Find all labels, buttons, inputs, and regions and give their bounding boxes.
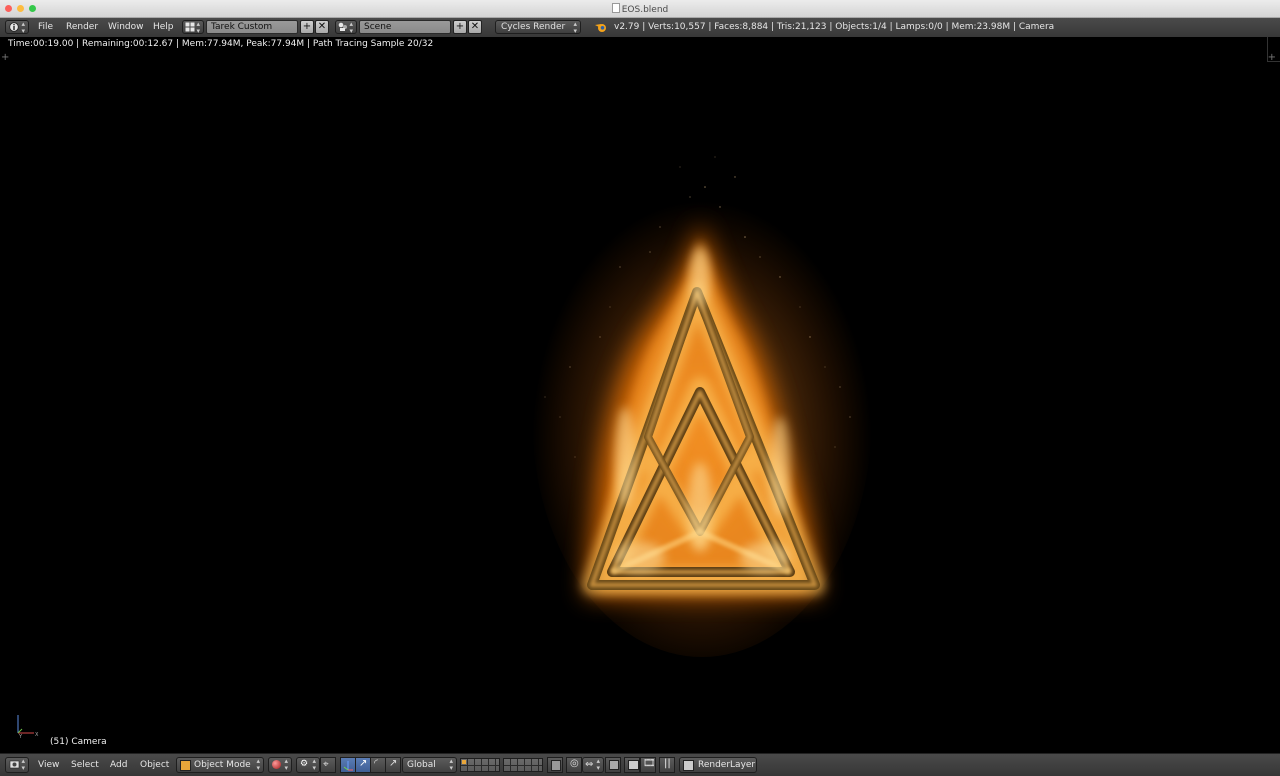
menu-render[interactable]: Render: [66, 18, 98, 37]
dropdown-arrows-icon: ▴ ▾: [21, 757, 25, 772]
plus-icon: +: [302, 21, 312, 32]
menu-window[interactable]: Window: [108, 18, 144, 37]
menu-select[interactable]: Select: [71, 754, 99, 776]
editor-type-selector-3dview[interactable]: ▴ ▾: [5, 757, 29, 773]
3d-viewport[interactable]: Time:00:19.00 | Remaining:00:12.67 | Mem…: [0, 37, 1280, 753]
manipulator-toggle[interactable]: [340, 757, 356, 773]
arrow-icon: ↗: [359, 758, 368, 769]
snap-target-icon: [609, 760, 619, 770]
shading-sphere-icon: [272, 760, 281, 769]
render-image-icon: [628, 760, 639, 770]
film-icon: 🎞: [643, 758, 656, 769]
scene-name-field[interactable]: Scene: [359, 20, 451, 34]
menu-file[interactable]: File: [38, 18, 53, 37]
plus-icon: +: [455, 21, 465, 32]
translate-manipulator-button[interactable]: ↗: [355, 757, 371, 773]
dropdown-arrows-icon: ▴ ▾: [312, 757, 316, 772]
screen-layout-name-field[interactable]: Tarek Custom: [206, 20, 298, 34]
menu-object[interactable]: Object: [140, 754, 169, 776]
render-engine-dropdown[interactable]: Cycles Render ▴ ▾: [495, 20, 581, 35]
mode-label: Object Mode: [194, 760, 251, 770]
mode-dropdown[interactable]: Object Mode ▴ ▾: [176, 757, 264, 773]
window-title: EOS.blend: [621, 5, 669, 15]
scale-manipulator-button[interactable]: ↗: [385, 757, 401, 773]
dropdown-arrows-icon: ▴ ▾: [349, 20, 353, 35]
pause-icon: ||: [664, 758, 671, 769]
manipulator-icon: [343, 761, 353, 771]
render-engine-label: Cycles Render: [501, 22, 566, 32]
render-layer-selector[interactable]: RenderLayer: [679, 757, 757, 773]
rotate-manipulator-button[interactable]: ◜: [370, 757, 386, 773]
delete-scene-button[interactable]: ✕: [468, 20, 482, 34]
svg-text:Y: Y: [18, 734, 23, 739]
active-layer-dot: [462, 760, 466, 764]
viewport-shading-dropdown[interactable]: ▴ ▾: [268, 757, 292, 773]
info-header: ▴ ▾ File Render Window Help ▴ ▾ Tarek Cust…: [0, 18, 1280, 38]
add-scene-button[interactable]: +: [453, 20, 467, 34]
opengl-render-animation-button[interactable]: 🎞: [640, 757, 656, 773]
proportional-icon: ◎: [570, 758, 579, 769]
snap-element-dropdown[interactable]: ⇔ ▴ ▾: [582, 757, 604, 773]
scene-browse[interactable]: ▴ ▾: [335, 20, 357, 35]
orientation-label: Global: [407, 760, 436, 770]
dropdown-arrows-icon: ▴ ▾: [573, 20, 577, 35]
screen-layout-browse[interactable]: ▴ ▾: [182, 20, 204, 35]
snap-target-button[interactable]: [605, 757, 621, 773]
snap-icon: ⇔: [585, 759, 594, 770]
menu-view[interactable]: View: [38, 754, 59, 776]
active-object-label: (51) Camera: [50, 737, 107, 747]
dropdown-arrows-icon: ▴ ▾: [284, 757, 288, 772]
add-screen-button[interactable]: +: [300, 20, 314, 34]
svg-text:X: X: [35, 732, 39, 738]
menu-add[interactable]: Add: [110, 754, 127, 776]
layers-group-2[interactable]: [503, 758, 543, 772]
render-layer-icon: [683, 760, 694, 771]
transform-orientation-dropdown[interactable]: Global ▴ ▾: [402, 757, 457, 773]
rotate-icon: ◜: [374, 758, 378, 769]
render-result-image: [532, 156, 872, 657]
scene-statistics: v2.79 | Verts:10,557 | Faces:8,884 | Tri…: [614, 22, 1055, 32]
3d-view-icon: [9, 760, 20, 769]
window-title-container: EOS.blend: [0, 3, 1280, 15]
dropdown-arrows-icon: ▴ ▾: [596, 757, 600, 772]
dropdown-arrows-icon: ▴ ▾: [449, 757, 453, 772]
pivot-icon: ⚙: [300, 759, 309, 769]
align-to-active-toggle[interactable]: ⌖: [320, 757, 336, 773]
pause-render-button[interactable]: ||: [659, 757, 675, 773]
close-icon: ✕: [470, 21, 480, 32]
proportional-edit-button[interactable]: ◎: [566, 757, 582, 773]
menu-help[interactable]: Help: [153, 18, 174, 37]
document-icon: [611, 3, 620, 13]
pivot-point-dropdown[interactable]: ⚙ ▴ ▾: [296, 757, 320, 773]
close-icon: ✕: [317, 21, 327, 32]
layers-icon: [551, 760, 561, 771]
cube-icon: [180, 760, 191, 771]
blender-logo-icon: [595, 24, 606, 32]
scene-icon: [338, 22, 347, 31]
layers-group-1[interactable]: [460, 758, 500, 772]
origin-icon: ⌖: [323, 759, 329, 770]
axis-gizmo: Y X: [17, 715, 39, 739]
dropdown-arrows-icon: ▴ ▾: [256, 757, 260, 772]
window-titlebar: EOS.blend: [0, 0, 1280, 18]
delete-screen-button[interactable]: ✕: [315, 20, 329, 34]
render-layer-label: RenderLayer: [698, 760, 756, 770]
editor-type-selector[interactable]: ▴ ▾: [5, 20, 29, 35]
layout-icon: [185, 22, 195, 32]
scale-icon: ↗: [389, 758, 398, 769]
info-icon: [9, 22, 19, 32]
dropdown-arrows-icon: ▴ ▾: [196, 20, 200, 35]
dropdown-arrows-icon: ▴ ▾: [21, 20, 25, 35]
opengl-render-image-button[interactable]: [624, 757, 640, 773]
3d-view-header: ▴ ▾ View Select Add Object Object Mode ▴ ▾…: [0, 753, 1280, 776]
lock-camera-layers-button[interactable]: [547, 757, 563, 773]
